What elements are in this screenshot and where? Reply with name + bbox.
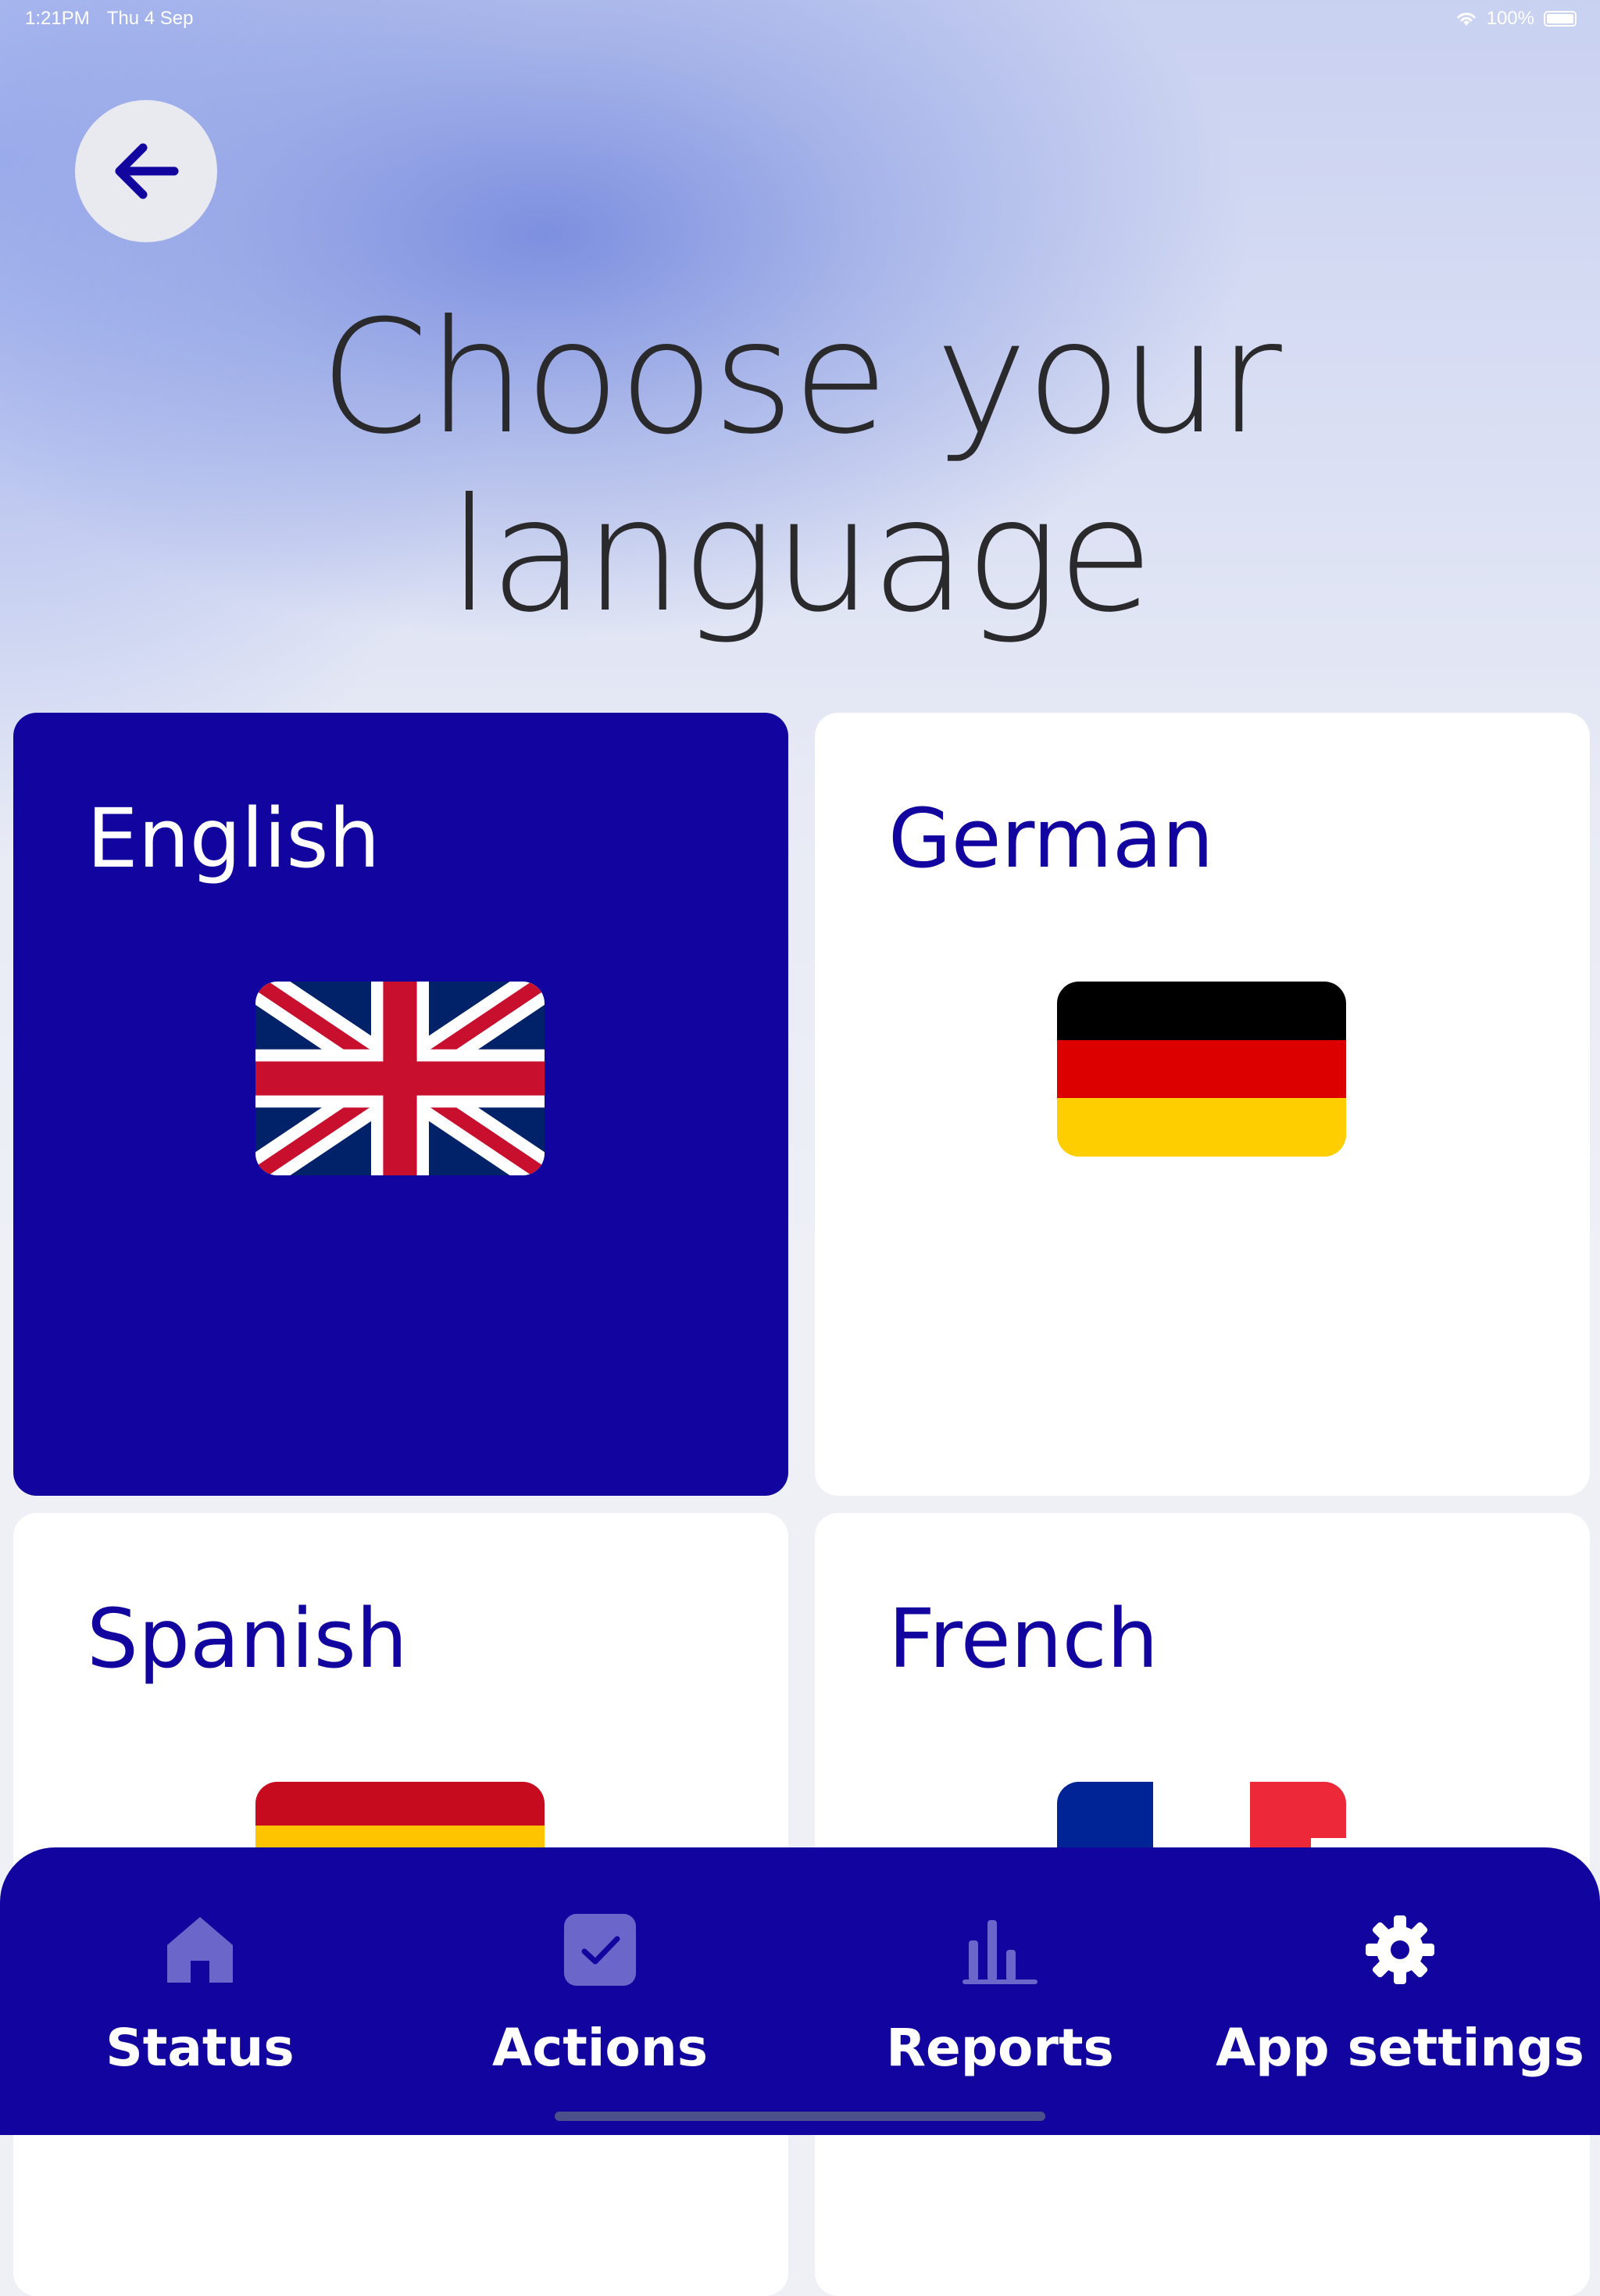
germany-flag-icon [1057, 982, 1346, 1157]
battery-icon [1544, 11, 1577, 27]
page-title-line-1: Choose your [320, 287, 1282, 469]
language-label: Spanish [87, 1591, 408, 1686]
arrow-left-icon [115, 143, 179, 199]
nav-label: Status [105, 2018, 295, 2078]
checkbox-icon [557, 1907, 643, 1993]
nav-tab-status[interactable]: Status [0, 1847, 400, 2082]
language-label: French [888, 1591, 1159, 1686]
nav-tab-reports[interactable]: Reports [800, 1847, 1200, 2082]
language-card-english[interactable]: English [13, 713, 788, 1496]
bottom-navigation: Status Actions Reports App settings [0, 1847, 1600, 2135]
language-label: English [87, 791, 380, 886]
page-title: Choose your language [0, 289, 1600, 646]
battery-percentage: 100% [1486, 8, 1534, 29]
gear-icon [1357, 1907, 1443, 1993]
nav-tab-actions[interactable]: Actions [400, 1847, 800, 2082]
language-card-german[interactable]: German [815, 713, 1590, 1496]
status-date: Thu 4 Sep [106, 8, 194, 29]
uk-flag-icon [255, 982, 545, 1175]
bar-chart-icon [957, 1907, 1043, 1993]
page-title-line-2: language [448, 465, 1153, 647]
status-time: 1:21PM [25, 8, 90, 29]
nav-label: Actions [492, 2018, 708, 2078]
home-icon [157, 1907, 243, 1993]
wifi-icon [1457, 13, 1476, 26]
nav-tab-app-settings[interactable]: App settings [1200, 1847, 1600, 2082]
status-bar: 1:21PM Thu 4 Sep 100% [0, 0, 1600, 38]
nav-label: Reports [886, 2018, 1114, 2078]
home-indicator[interactable] [555, 2112, 1045, 2121]
back-button[interactable] [75, 100, 217, 242]
nav-label: App settings [1216, 2018, 1584, 2078]
language-label: German [888, 791, 1214, 886]
